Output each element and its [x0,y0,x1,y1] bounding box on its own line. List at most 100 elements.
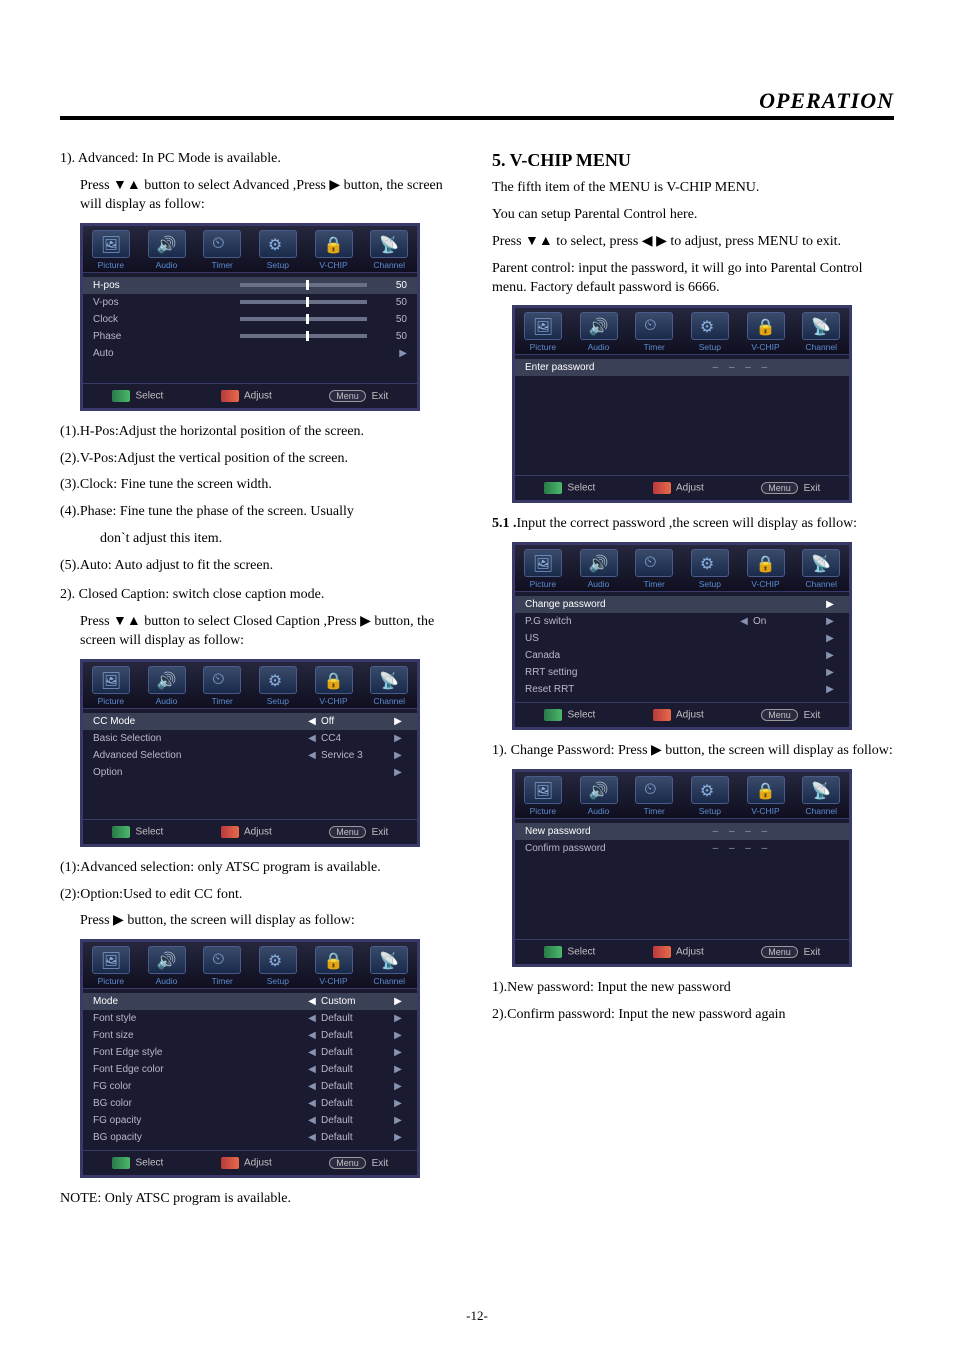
audio-icon: 🔊 [148,666,186,694]
slider-thumb[interactable] [306,331,309,341]
menu-tab-setup[interactable]: ⚙Setup [250,942,306,988]
menu-row[interactable]: Font size◀Default▶ [83,1027,417,1044]
menu-tab-v-chip[interactable]: 🔒V-CHIP [306,662,362,708]
menu-tab-picture[interactable]: 🖼Picture [515,308,571,354]
menu-row[interactable]: Font Edge color◀Default▶ [83,1061,417,1078]
menu-tab-channel[interactable]: 📡Channel [361,226,417,272]
menu-tab-v-chip[interactable]: 🔒V-CHIP [306,226,362,272]
menu-row[interactable]: US▶ [515,630,849,647]
menu-tab-label: Setup [682,579,738,589]
menu-tab-timer[interactable]: ⏲Timer [194,662,250,708]
menu-row[interactable]: Font Edge style◀Default▶ [83,1044,417,1061]
note-atsc: NOTE: Only ATSC program is available. [60,1190,462,1209]
menu-row-label: US [525,633,735,644]
timer-icon: ⏲ [635,312,673,340]
menu-tab-v-chip[interactable]: 🔒V-CHIP [738,545,794,591]
adv-note-5: (5).Auto: Auto adjust to fit the screen. [60,557,462,576]
timer-icon: ⏲ [203,230,241,258]
menu-row[interactable]: V-pos50 [83,294,417,311]
menu-tab-v-chip[interactable]: 🔒V-CHIP [306,942,362,988]
menu-tab-picture[interactable]: 🖼Picture [83,226,139,272]
menu-pill-icon: Menu [329,390,366,402]
menu-tab-timer[interactable]: ⏲Timer [626,772,682,818]
menu-tab-setup[interactable]: ⚙Setup [682,772,738,818]
menu-row[interactable]: Phase50 [83,328,417,345]
menu-row[interactable]: BG opacity◀Default▶ [83,1129,417,1146]
menu-tab-picture[interactable]: 🖼Picture [515,545,571,591]
menu-row[interactable]: Clock50 [83,311,417,328]
menu-tab-setup[interactable]: ⚙ Setup [250,226,306,272]
menu-tab-audio[interactable]: 🔊Audio [571,308,627,354]
menu-tab-label: Channel [793,579,849,589]
picture-icon: 🖼 [524,549,562,577]
menu-row-value: 50 [377,331,407,342]
footer-hint-label: Exit [369,827,388,838]
timer-icon: ⏲ [635,776,673,804]
slider-track[interactable] [240,334,367,338]
menu-row[interactable]: FG color◀Default▶ [83,1078,417,1095]
menu-pill-icon: Menu [329,826,366,838]
menu-row[interactable]: FG opacity◀Default▶ [83,1112,417,1129]
menu-tab-audio[interactable]: 🔊Audio [139,662,195,708]
menu-row[interactable]: Canada▶ [515,647,849,664]
new-password-menu: 🖼Picture🔊Audio⏲Timer⚙Setup🔒V-CHIP📡Channe… [512,769,852,967]
menu-tab-setup[interactable]: ⚙Setup [682,545,738,591]
menu-tab-v-chip[interactable]: 🔒V-CHIP [738,772,794,818]
page-title: OPERATION [60,88,894,114]
menu-tab-label: Setup [250,260,306,270]
vchip-intro-2: You can setup Parental Control here. [492,206,894,225]
menu-row[interactable]: New password– – – – [515,823,849,840]
menu-row[interactable]: H-pos50 [83,277,417,294]
slider-track[interactable] [240,317,367,321]
menu-row[interactable]: Basic Selection◀CC4▶ [83,730,417,747]
menu-row[interactable]: Auto▶ [83,345,417,362]
slider-track[interactable] [240,283,367,287]
menu-tab-timer[interactable]: ⏲Timer [626,545,682,591]
menu-row[interactable]: P.G switch◀On▶ [515,613,849,630]
menu-tab-audio[interactable]: 🔊Audio [139,226,195,272]
menu-row[interactable]: Mode◀Custom▶ [83,993,417,1010]
setup-icon: ⚙ [691,776,729,804]
menu-row[interactable]: Enter password– – – – [515,359,849,376]
vchip-intro-1: The fifth item of the MENU is V-CHIP MEN… [492,179,894,198]
menu-tab-timer[interactable]: ⏲Timer [194,226,250,272]
setup-icon: ⚙ [259,230,297,258]
chevron-left-icon: ◀ [303,1115,321,1126]
menu-row[interactable]: Confirm password– – – – [515,840,849,857]
slider-thumb[interactable] [306,297,309,307]
slider-track[interactable] [240,300,367,304]
slider-thumb[interactable] [306,314,309,324]
menu-tab-audio[interactable]: 🔊Audio [571,545,627,591]
menu-tab-channel[interactable]: 📡Channel [793,308,849,354]
chevron-right-icon: ▶ [821,684,839,695]
menu-row[interactable]: CC Mode◀Off▶ [83,713,417,730]
menu-tab-timer[interactable]: ⏲Timer [194,942,250,988]
menu-tab-channel[interactable]: 📡Channel [361,662,417,708]
menu-tab-channel[interactable]: 📡Channel [361,942,417,988]
menu-tab-channel[interactable]: 📡Channel [793,772,849,818]
menu-tab-setup[interactable]: ⚙Setup [682,308,738,354]
menu-tab-picture[interactable]: 🖼Picture [83,662,139,708]
menu-row[interactable]: Option▶ [83,764,417,781]
menu-tab-channel[interactable]: 📡Channel [793,545,849,591]
cc-menu: 🖼Picture🔊Audio⏲Timer⚙Setup🔒V-CHIP📡Channe… [80,659,420,847]
menu-tab-audio[interactable]: 🔊Audio [571,772,627,818]
menu-pill-icon: Menu [761,482,798,494]
chevron-right-icon: ▶ [821,599,839,610]
menu-tab-picture[interactable]: 🖼Picture [515,772,571,818]
menu-row[interactable]: BG color◀Default▶ [83,1095,417,1112]
menu-row[interactable]: Change password▶ [515,596,849,613]
footer-hint-label: Select [133,390,164,401]
menu-row[interactable]: Reset RRT▶ [515,681,849,698]
menu-tab-audio[interactable]: 🔊Audio [139,942,195,988]
slider-thumb[interactable] [306,280,309,290]
menu-tab-setup[interactable]: ⚙Setup [250,662,306,708]
menu-tab-picture[interactable]: 🖼Picture [83,942,139,988]
menu-row[interactable]: RRT setting▶ [515,664,849,681]
footer-hint-label: Adjust [242,826,272,837]
menu-row[interactable]: Font style◀Default▶ [83,1010,417,1027]
menu-tab-timer[interactable]: ⏲Timer [626,308,682,354]
menu-row[interactable]: Advanced Selection◀Service 3▶ [83,747,417,764]
menu-tab-v-chip[interactable]: 🔒V-CHIP [738,308,794,354]
menu-row-label: P.G switch [525,616,735,627]
